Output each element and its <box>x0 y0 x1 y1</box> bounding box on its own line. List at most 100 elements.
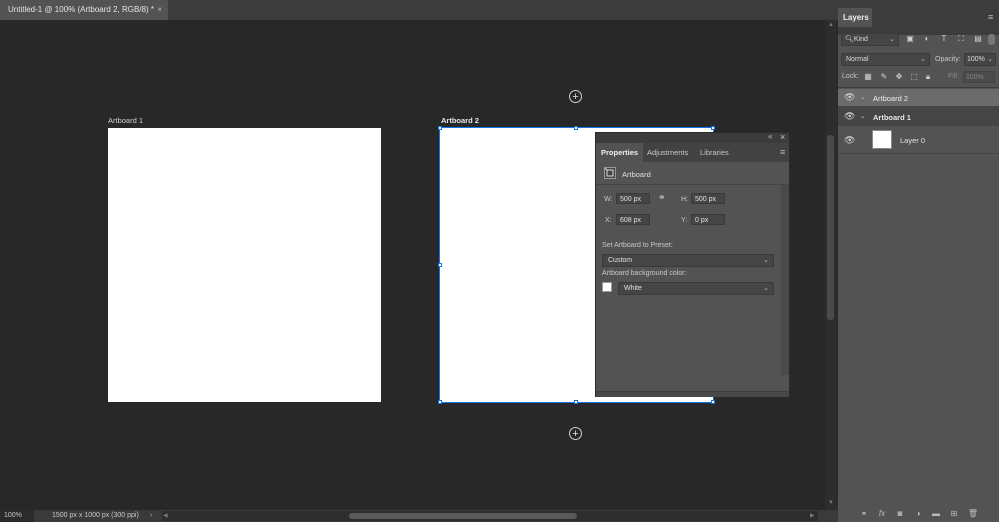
filter-type-icon[interactable]: T <box>938 34 950 43</box>
close-panel-icon[interactable]: × <box>780 132 785 142</box>
selection-handle-tr[interactable] <box>711 126 715 130</box>
filter-smart-object-icon[interactable]: ▤ <box>972 34 984 43</box>
selection-handle-t[interactable] <box>574 126 578 130</box>
opacity-field[interactable]: 100% ⌄ <box>964 53 996 66</box>
add-artboard-top-button[interactable]: + <box>569 90 582 103</box>
layers-tab-bar: Layers ≡ <box>838 0 999 35</box>
background-color-dropdown[interactable]: White ⌄ <box>618 282 774 295</box>
divider <box>838 87 999 88</box>
background-color-label: Artboard background color: <box>602 270 687 277</box>
panel-menu-icon[interactable]: ≡ <box>780 147 785 157</box>
selection-handle-br[interactable] <box>711 400 715 404</box>
tab-adjustments[interactable]: Adjustments <box>642 143 693 162</box>
filter-kind-value: Kind <box>853 36 868 43</box>
selection-handle-bl[interactable] <box>438 400 442 404</box>
lock-all-icon[interactable]: 🔒︎ <box>922 72 934 82</box>
visibility-eye-icon[interactable]: 👁︎ <box>844 92 855 103</box>
lock-label: Lock: <box>842 73 859 80</box>
fill-field[interactable]: 100% <box>963 71 995 83</box>
vertical-scrollbar[interactable]: ▲ ▼ <box>825 20 837 510</box>
lock-transparent-icon[interactable]: ▦ <box>862 72 874 81</box>
collapse-panel-icon[interactable]: « <box>768 132 772 141</box>
layer-name: Layer 0 <box>900 136 926 145</box>
chevron-down-icon: ⌄ <box>763 285 769 292</box>
vertical-scroll-thumb[interactable] <box>827 135 834 320</box>
selection-handle-b[interactable] <box>574 400 578 404</box>
preset-dropdown[interactable]: Custom ⌄ <box>602 254 774 267</box>
status-menu-arrow-icon[interactable]: › <box>150 510 152 522</box>
visibility-eye-icon[interactable]: 👁︎ <box>844 135 855 146</box>
artboard2-label[interactable]: Artboard 2 <box>441 116 479 125</box>
chevron-down-icon: ⌄ <box>763 257 769 264</box>
tab-properties[interactable]: Properties <box>596 143 644 162</box>
artboard-1[interactable] <box>108 128 381 402</box>
layer-row-artboard-2[interactable]: 👁︎ ⌄ Artboard 2 <box>838 89 999 107</box>
preset-label: Set Artboard to Preset: <box>602 242 673 249</box>
add-artboard-bottom-button[interactable]: + <box>569 427 582 440</box>
layers-menu-icon[interactable]: ≡ <box>988 12 993 22</box>
scroll-right-icon[interactable]: ▶ <box>810 510 815 522</box>
width-field[interactable]: 500 px <box>616 193 650 204</box>
delete-layer-icon[interactable]: 🗑︎ <box>967 509 979 518</box>
add-mask-icon[interactable]: ◙ <box>894 509 906 518</box>
section-title: Artboard <box>622 170 651 179</box>
chevron-down-icon[interactable]: ⌄ <box>860 112 866 120</box>
chevron-down-icon[interactable]: ⌄ <box>860 93 866 101</box>
layer-row-layer-0[interactable]: 👁︎ Layer 0 <box>838 126 999 154</box>
artboard1-label[interactable]: Artboard 1 <box>108 116 143 125</box>
tab-layers[interactable]: Layers <box>838 8 872 27</box>
selection-handle-l[interactable] <box>438 263 442 267</box>
properties-panel-header[interactable]: « × <box>596 132 789 143</box>
status-bar: 100% 1500 px x 1000 px (300 ppi) › ◀ ▶ <box>0 510 838 522</box>
adjustment-layer-icon[interactable]: ◑ <box>912 509 924 518</box>
blend-mode-value: Normal <box>846 56 869 63</box>
background-color-swatch[interactable] <box>602 282 612 292</box>
selection-handle-tl[interactable] <box>438 126 442 130</box>
lock-artboard-icon[interactable]: ⬚ <box>908 72 920 81</box>
horizontal-scroll-thumb[interactable] <box>349 513 577 519</box>
layer-row-artboard-1[interactable]: 👁︎ ⌄ Artboard 1 <box>838 107 999 126</box>
height-label: H: <box>681 196 688 203</box>
filter-shape-icon[interactable]: ⛶ <box>955 34 967 44</box>
blend-mode-dropdown[interactable]: Normal ⌄ <box>841 53 930 66</box>
new-layer-icon[interactable]: ⊞ <box>948 509 960 518</box>
y-label: Y: <box>681 217 688 224</box>
tab-libraries[interactable]: Libraries <box>695 143 734 162</box>
scroll-left-icon[interactable]: ◀ <box>163 510 168 522</box>
zoom-level-field[interactable]: 100% <box>0 510 34 522</box>
document-tab-bar: Untitled-1 @ 100% (Artboard 2, RGB/8) * … <box>0 0 838 20</box>
filter-pixel-icon[interactable]: ▣ <box>904 34 916 43</box>
properties-panel: « × Properties Adjustments Libraries ≡ A… <box>595 132 790 397</box>
lock-image-icon[interactable]: ✎ <box>878 72 890 81</box>
height-field[interactable]: 500 px <box>691 193 725 204</box>
lock-position-icon[interactable]: ✥ <box>893 72 905 81</box>
link-layers-icon[interactable]: ⚭ <box>858 509 870 518</box>
layer-thumbnail <box>872 130 892 149</box>
opacity-value: 100% <box>967 56 985 63</box>
x-position-field[interactable]: 608 px <box>616 214 650 225</box>
document-tab-title: Untitled-1 @ 100% (Artboard 2, RGB/8) * <box>8 5 154 14</box>
width-label: W: <box>604 196 613 203</box>
filter-adjustment-icon[interactable]: ◐ <box>921 34 933 43</box>
preset-value: Custom <box>608 257 633 264</box>
filter-toggle-switch[interactable] <box>988 34 995 45</box>
document-tab[interactable]: Untitled-1 @ 100% (Artboard 2, RGB/8) * … <box>0 0 168 20</box>
search-icon: 🔍︎ <box>845 36 854 43</box>
properties-footer <box>596 391 789 397</box>
layers-panel: Layers ≡ 🔍︎Kind ⌄ ▣ ◐ T ⛶ ▤ Normal ⌄ Opa… <box>838 0 999 522</box>
visibility-eye-icon[interactable]: 👁︎ <box>844 111 855 122</box>
horizontal-scrollbar[interactable]: ◀ ▶ <box>162 511 818 521</box>
fill-value: 100% <box>966 74 984 81</box>
layer-style-fx-icon[interactable]: fx <box>876 509 888 518</box>
close-document-icon[interactable]: × <box>157 0 162 20</box>
artboard-icon <box>604 167 616 179</box>
fill-label: Fill: <box>948 73 959 80</box>
y-position-field[interactable]: 0 px <box>691 214 725 225</box>
scroll-down-icon[interactable]: ▼ <box>827 500 835 506</box>
link-dimensions-icon[interactable]: ⚭ <box>658 192 666 203</box>
scroll-up-icon[interactable]: ▲ <box>827 22 835 28</box>
new-group-icon[interactable]: ▬ <box>930 509 942 518</box>
filter-kind-dropdown[interactable]: 🔍︎Kind ⌄ <box>841 33 899 46</box>
x-label: X: <box>605 217 612 224</box>
properties-scrollbar[interactable] <box>781 185 789 375</box>
